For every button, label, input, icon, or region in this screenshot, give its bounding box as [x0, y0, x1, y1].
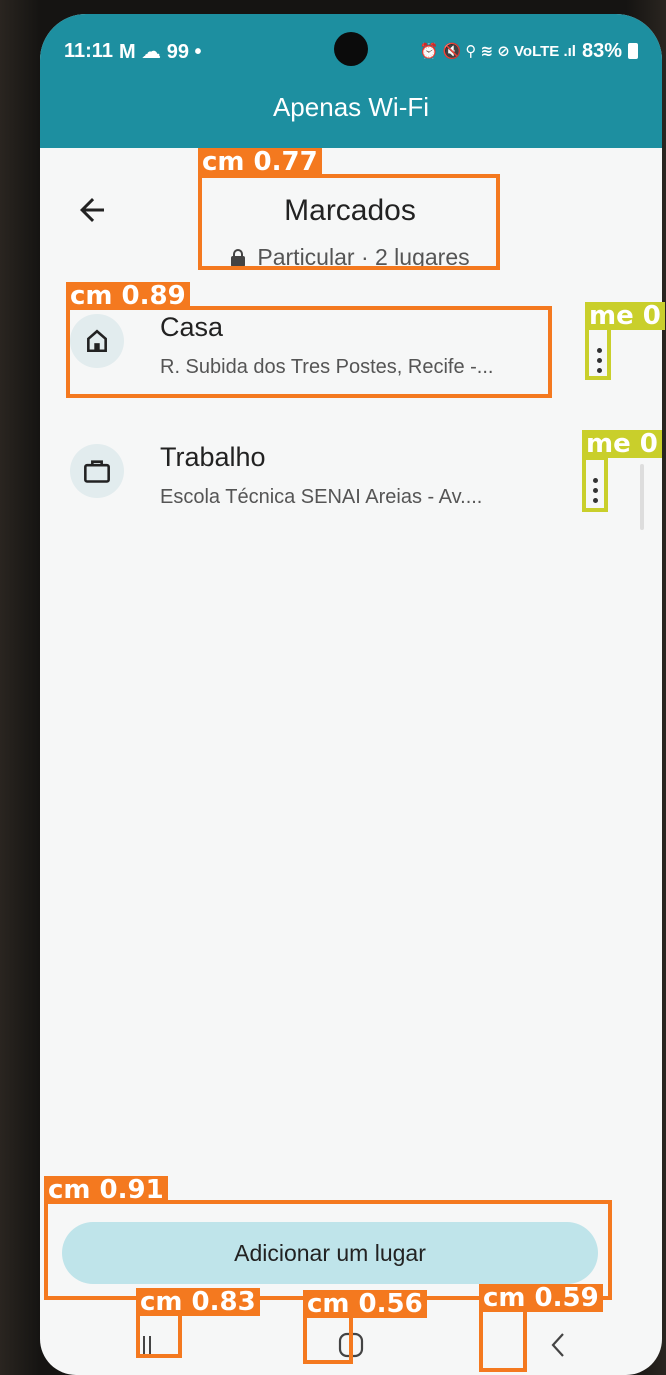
status-time: 11:11 [64, 39, 113, 62]
back-nav-icon[interactable] [528, 1321, 588, 1369]
battery-level: 83% [581, 39, 622, 62]
system-icons: ⏰ 🔇 ⚲ ≋ ⊘ VoLTE .ıl [419, 43, 576, 60]
detection-label: me 0 [582, 430, 662, 458]
top-bar: 11:11 M ☁ 99 • ⏰ 🔇 ⚲ ≋ ⊘ VoLTE .ıl 83% A… [40, 14, 662, 148]
back-arrow-icon[interactable] [74, 192, 114, 232]
detection-box [585, 326, 611, 380]
connection-banner: Apenas Wi-Fi [272, 92, 430, 122]
detection-label: me 0 [585, 302, 665, 330]
notification-icons: M ☁ 99 • [118, 40, 202, 63]
detection-label: cm 0.59 [479, 1284, 603, 1312]
detection-box [479, 1308, 527, 1372]
detection-box [582, 456, 608, 512]
detection-box [136, 1312, 182, 1358]
detection-label: cm 0.89 [66, 282, 190, 310]
battery-icon [628, 43, 638, 59]
detection-label: cm 0.83 [136, 1288, 260, 1316]
place-address: Escola Técnica SENAI Areias - Av.... [160, 486, 483, 508]
briefcase-icon [70, 444, 124, 498]
front-camera [334, 32, 368, 66]
detection-label: cm 0.56 [303, 1290, 427, 1318]
detection-box [198, 174, 500, 270]
place-item-trabalho[interactable]: Trabalho Escola Técnica SENAI Areias - A… [70, 442, 610, 532]
detection-box [303, 1314, 353, 1364]
place-name: Trabalho [160, 442, 266, 472]
scrollbar[interactable] [640, 464, 644, 530]
detection-label: cm 0.77 [198, 148, 322, 176]
detection-label: cm 0.91 [44, 1176, 168, 1204]
detection-box [66, 306, 552, 398]
